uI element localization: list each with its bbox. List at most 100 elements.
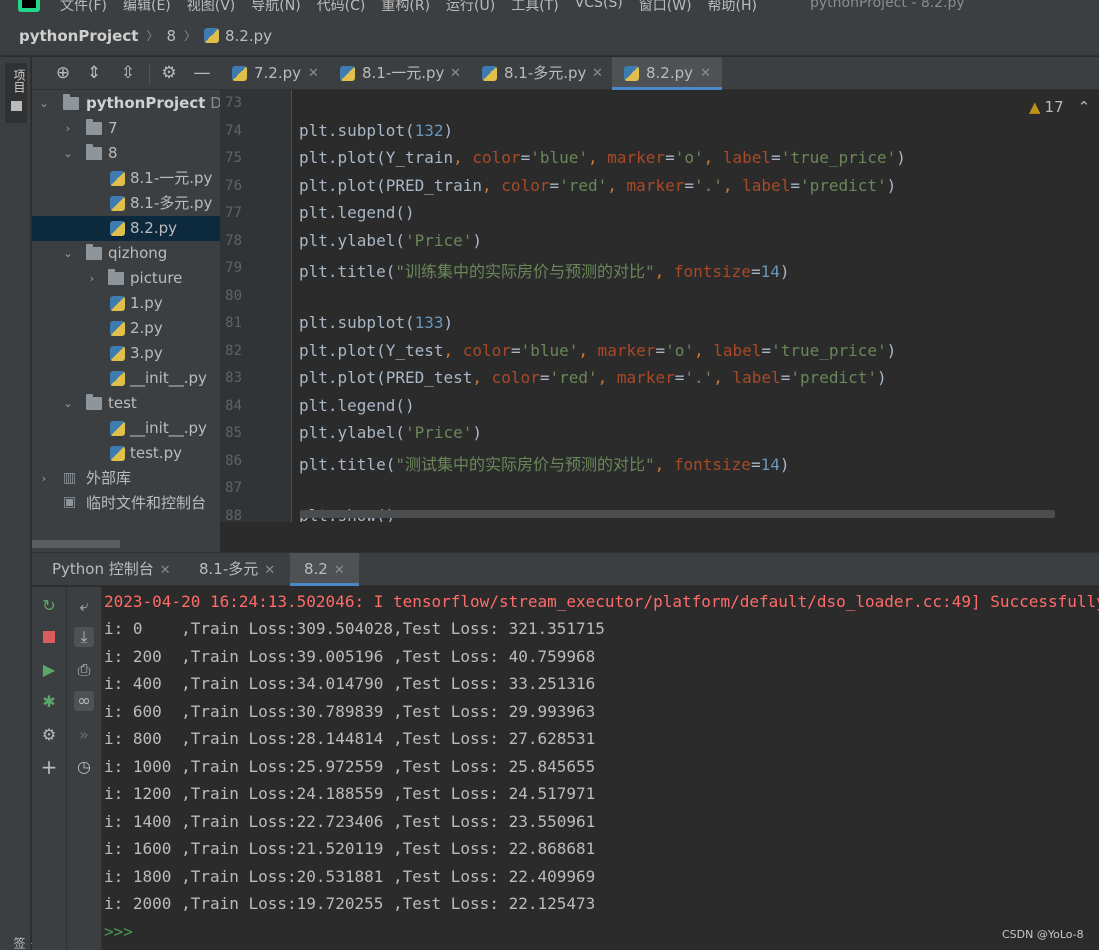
tree-item-file[interactable]: 3.py	[32, 341, 220, 366]
run-icon[interactable]: ▶	[39, 660, 59, 680]
menu-run[interactable]: 运行(U)	[446, 0, 495, 15]
minimize-icon[interactable]: —	[192, 63, 212, 83]
tree-item-file[interactable]: 8.1-一元.py	[32, 166, 220, 191]
menu-help[interactable]: 帮助(H)	[708, 0, 757, 15]
chevron-right-icon[interactable]: ›	[38, 466, 50, 491]
editor-horizontal-scrollbar[interactable]	[300, 510, 1055, 518]
scratch-console-icon: ▣	[63, 494, 77, 510]
chevron-right-icon[interactable]: ›	[86, 266, 98, 291]
breadcrumb-project[interactable]: pythonProject	[19, 27, 138, 45]
line-number: 75	[225, 150, 242, 166]
console-line: i: 1200 ,Train Loss:24.188559 ,Test Loss…	[104, 784, 596, 803]
tab-8-1-duoyuan[interactable]: 8.1-多元.py ✕	[470, 57, 612, 90]
stop-icon[interactable]	[39, 628, 59, 648]
close-icon[interactable]: ✕	[592, 57, 603, 90]
line-number: 84	[225, 398, 242, 414]
close-icon[interactable]: ✕	[308, 57, 319, 90]
rerun-icon[interactable]: ↻	[39, 596, 59, 616]
line-number: 78	[225, 233, 242, 249]
breadcrumb-file[interactable]: 8.2.py	[225, 27, 272, 45]
chevron-right-icon: 〉	[146, 29, 159, 43]
chevron-up-icon[interactable]: ⌃	[1078, 98, 1091, 116]
close-icon[interactable]: ✕	[160, 563, 171, 578]
code-line: plt.plot(Y_train, color='blue', marker='…	[299, 148, 906, 167]
tree-item-file[interactable]: __init__.py	[32, 366, 220, 391]
tree-item-folder-8[interactable]: ⌄ 8	[32, 141, 220, 166]
collapse-all-icon[interactable]: ⇳	[118, 63, 138, 83]
menu-navigate[interactable]: 导航(N)	[251, 0, 300, 15]
tab-7-2-py[interactable]: 7.2.py ✕	[220, 57, 328, 90]
editor-gutter: 73 74 75 76 77 78 79 80 81 82 83 84 85 8…	[220, 90, 292, 522]
console-output[interactable]: 2023-04-20 16:24:13.502046: I tensorflow…	[102, 587, 1099, 950]
menu-vcs[interactable]: VCS(S)	[575, 0, 623, 15]
chevron-down-icon[interactable]: ⌄	[62, 391, 74, 416]
tab-8-1-yiyuan[interactable]: 8.1-一元.py ✕	[328, 57, 470, 90]
gear-icon[interactable]: ⚙	[159, 63, 179, 83]
folder-icon	[108, 269, 124, 285]
python-file-icon	[110, 296, 125, 311]
tree-item-folder-7[interactable]: › 7	[32, 116, 220, 141]
chevron-down-icon[interactable]: ⌄	[62, 141, 74, 166]
menu-edit[interactable]: 编辑(E)	[123, 0, 171, 15]
tree-item-label: 8.1-一元.py	[130, 169, 213, 187]
menu-code[interactable]: 代码(C)	[317, 0, 366, 15]
library-icon: ▥	[63, 470, 77, 486]
close-icon[interactable]: ✕	[334, 563, 345, 578]
console-prompt[interactable]: >>>	[104, 922, 133, 941]
tree-item-label: __init__.py	[130, 369, 207, 387]
tree-item-folder-test[interactable]: ⌄ test	[32, 391, 220, 416]
soft-wrap-icon[interactable]: ⤶	[74, 596, 94, 616]
console-toolbar: ⤶ ⤓ ⎙ ∞ » ◷	[67, 587, 102, 950]
debug-icon[interactable]: ✱	[39, 692, 59, 712]
inspection-widget[interactable]: ▲ 17 ⌃	[1029, 98, 1090, 116]
show-variables-icon[interactable]: ∞	[74, 691, 94, 711]
line-number: 73	[225, 95, 242, 111]
close-icon[interactable]: ✕	[700, 57, 711, 90]
chevron-down-icon[interactable]: ⌄	[38, 91, 50, 116]
tree-item-label: 1.py	[130, 294, 163, 312]
tree-item-label: test.py	[130, 444, 182, 462]
menu-tools[interactable]: 工具(T)	[511, 0, 558, 15]
tree-item-file[interactable]: 8.1-多元.py	[32, 191, 220, 216]
tab-run-8-2[interactable]: 8.2 ✕	[290, 553, 359, 586]
tree-item-folder-picture[interactable]: › picture	[32, 266, 220, 291]
close-icon[interactable]: ✕	[450, 57, 461, 90]
tree-item-scratches[interactable]: ▣ 临时文件和控制台	[32, 491, 220, 516]
tree-item-file[interactable]: 1.py	[32, 291, 220, 316]
menu-window[interactable]: 窗口(W)	[639, 0, 692, 15]
tree-item-file[interactable]: 2.py	[32, 316, 220, 341]
tab-8-2-py[interactable]: 8.2.py ✕	[612, 57, 722, 90]
console-line: i: 200 ,Train Loss:39.005196 ,Test Loss:…	[104, 647, 596, 666]
tree-item-file[interactable]: __init__.py	[32, 416, 220, 441]
menu-file[interactable]: 文件(F)	[60, 0, 107, 15]
code-editor[interactable]: ▲ 17 ⌃ plt.subplot(132) plt.plot(Y_train, …	[293, 90, 1099, 522]
menu-view[interactable]: 视图(V)	[187, 0, 236, 15]
code-line: plt.plot(PRED_test, color='red', marker=…	[299, 368, 887, 387]
expand-all-icon[interactable]: ⇕	[84, 63, 104, 83]
chevron-down-icon[interactable]: ⌄	[62, 241, 74, 266]
code-line: plt.title("训练集中的实际房价与预测的对比", fontsize=14…	[299, 262, 790, 281]
chevron-right-icon[interactable]: ›	[62, 116, 74, 141]
tab-run-8-1-duoyuan[interactable]: 8.1-多元 ✕	[199, 553, 275, 586]
execute-icon[interactable]: »	[74, 725, 94, 745]
tree-item-root[interactable]: ⌄ pythonProject D:\	[32, 91, 220, 116]
python-file-icon	[340, 66, 355, 81]
close-icon[interactable]: ✕	[264, 563, 275, 578]
add-icon[interactable]: +	[39, 757, 59, 777]
tab-python-console[interactable]: Python 控制台 ✕	[52, 553, 171, 586]
tree-item-folder-qizhong[interactable]: ⌄ qizhong	[32, 241, 220, 266]
scroll-to-end-icon[interactable]: ⤓	[74, 627, 94, 647]
folder-icon	[86, 144, 102, 160]
print-icon[interactable]: ⎙	[74, 660, 94, 680]
locate-icon[interactable]: ⊕	[53, 63, 73, 83]
settings-icon[interactable]: ⚙	[39, 725, 59, 745]
tree-item-external-libs[interactable]: › ▥ 外部库	[32, 466, 220, 491]
menu-refactor[interactable]: 重构(R)	[381, 0, 430, 15]
tree-item-file-selected[interactable]: 8.2.py	[32, 216, 220, 241]
scrollbar-thumb[interactable]	[32, 540, 120, 548]
project-horizontal-scrollbar[interactable]	[32, 540, 220, 552]
breadcrumb-folder[interactable]: 8	[166, 27, 176, 45]
history-icon[interactable]: ◷	[74, 757, 94, 777]
tree-item-file[interactable]: test.py	[32, 441, 220, 466]
project-tab-label[interactable]: 项目	[11, 69, 28, 93]
